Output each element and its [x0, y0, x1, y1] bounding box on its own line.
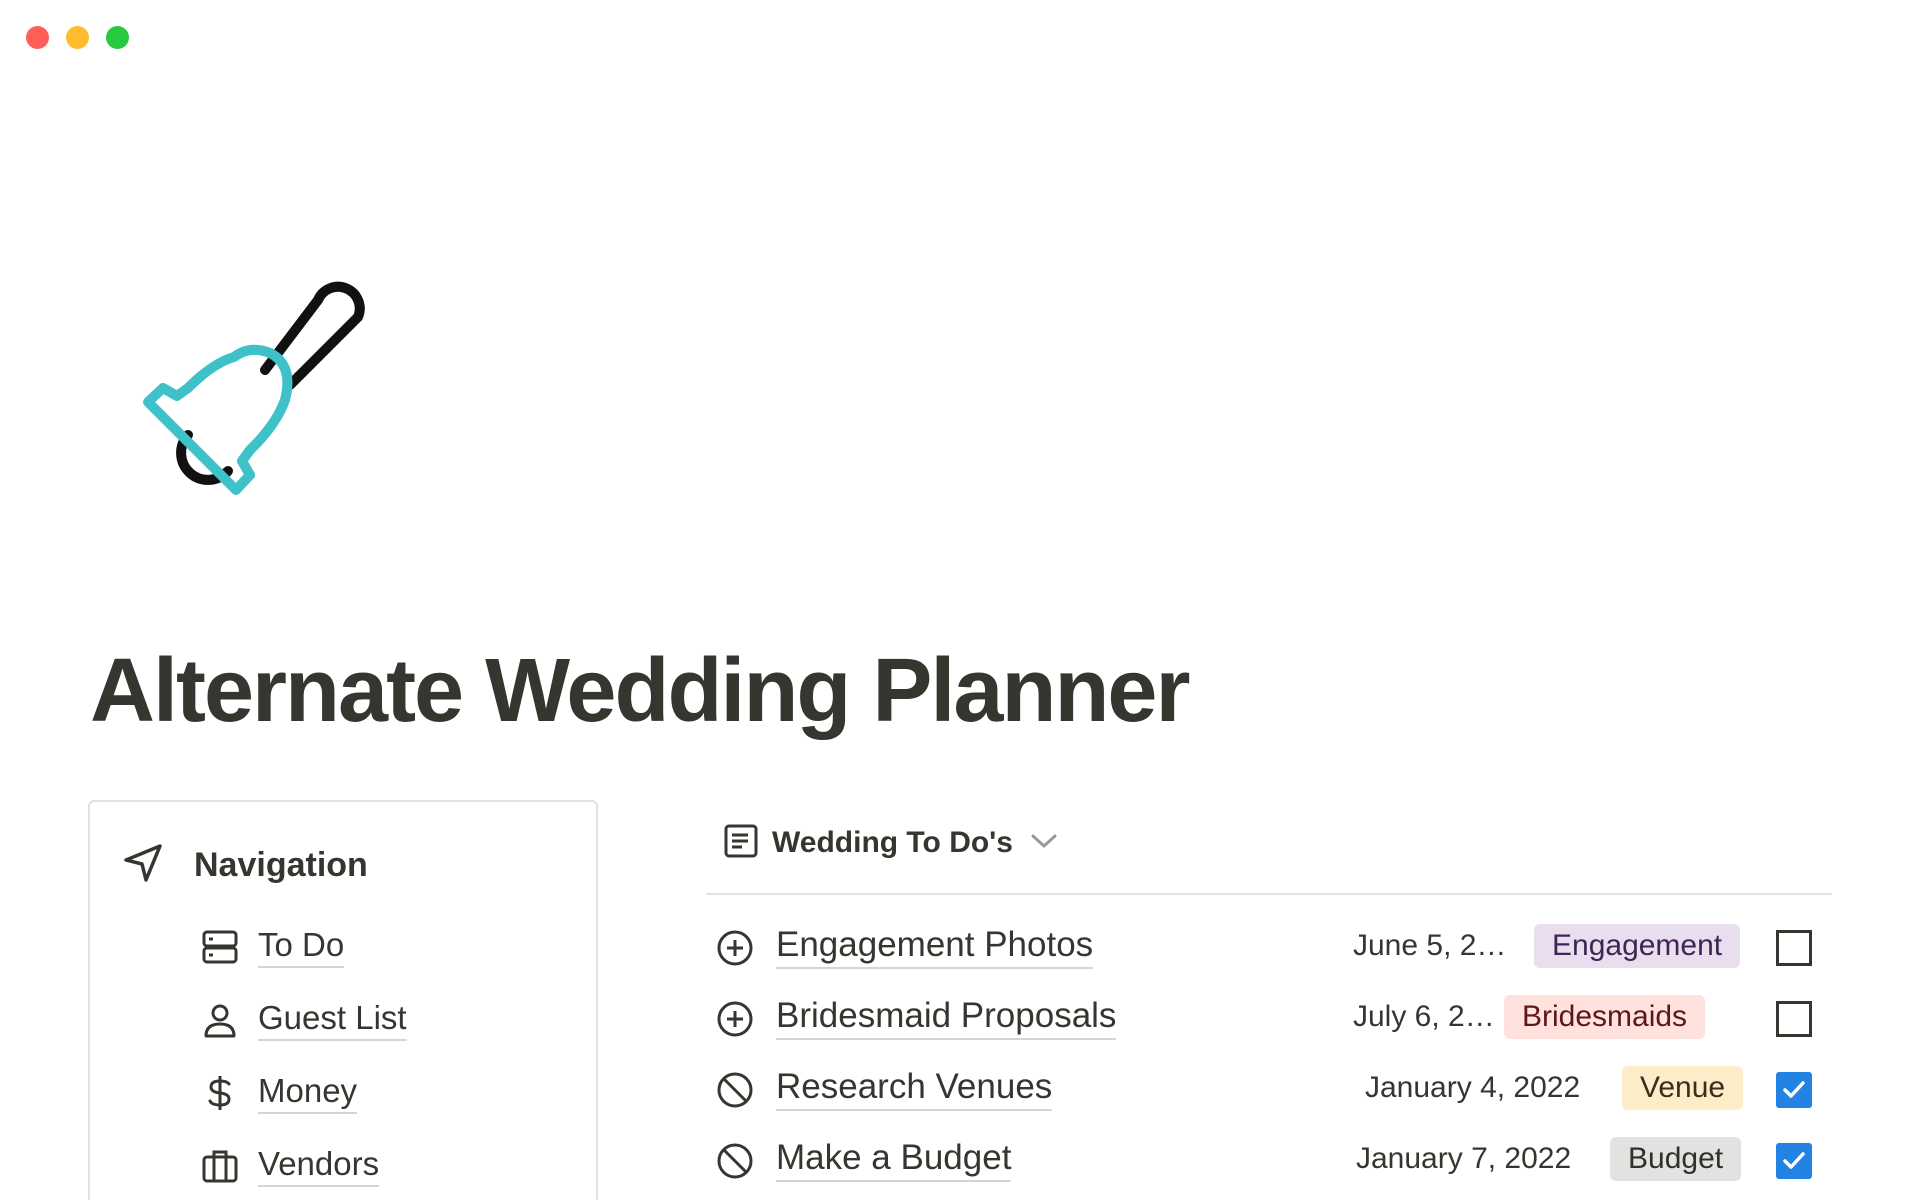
row-date: July 6, 2… — [1353, 1000, 1495, 1033]
table-row[interactable]: Make a Budget January 7, 2022 Budget — [706, 1126, 1832, 1197]
window-controls — [26, 26, 129, 49]
chevron-down-icon[interactable] — [1029, 831, 1059, 856]
row-tag[interactable]: Engagement — [1534, 924, 1741, 968]
row-title[interactable]: Engagement Photos — [776, 923, 1094, 969]
person-icon — [200, 1000, 240, 1040]
bell-icon[interactable] — [130, 265, 390, 505]
nav-item-money[interactable]: Money — [200, 1056, 407, 1129]
navigation-list: To Do Guest List Money Vendors — [200, 910, 407, 1200]
close-window-button[interactable] — [26, 26, 49, 49]
dollar-icon — [200, 1073, 240, 1113]
database-view-header[interactable]: Wedding To Do's — [706, 815, 1832, 871]
row-title[interactable]: Make a Budget — [776, 1136, 1012, 1182]
no-entry-icon — [716, 1142, 754, 1180]
maximize-window-button[interactable] — [106, 26, 129, 49]
row-title[interactable]: Research Venues — [776, 1065, 1053, 1111]
nav-item-guest-list[interactable]: Guest List — [200, 983, 407, 1056]
row-tag[interactable]: Venue — [1622, 1066, 1744, 1110]
checkmark-icon — [1783, 1081, 1805, 1098]
wedding-todo-database: Wedding To Do's Engagement Photos June 5… — [706, 815, 1832, 1197]
nav-link-vendors[interactable]: Vendors — [258, 1144, 380, 1187]
row-date: January 7, 2022 — [1356, 1142, 1572, 1175]
row-title[interactable]: Bridesmaid Proposals — [776, 994, 1117, 1040]
database-icon — [200, 927, 240, 967]
send-arrow-icon — [122, 842, 164, 889]
list-view-icon — [724, 824, 758, 863]
row-date: June 5, 2… — [1353, 929, 1507, 962]
table-row[interactable]: Engagement Photos June 5, 2… Engagement — [706, 913, 1832, 984]
table-row[interactable]: Bridesmaid Proposals July 6, 2… Bridesma… — [706, 984, 1832, 1055]
notion-window: Alternate Wedding Planner Navigation To … — [0, 0, 1920, 1200]
nav-item-to-do[interactable]: To Do — [200, 910, 407, 983]
nav-link-to-do[interactable]: To Do — [258, 925, 345, 968]
row-checkbox[interactable] — [1776, 1001, 1812, 1037]
navigation-header: Navigation — [122, 842, 368, 889]
database-view-name[interactable]: Wedding To Do's — [772, 826, 1013, 860]
plus-circle-icon — [716, 1000, 754, 1038]
nav-link-money[interactable]: Money — [258, 1071, 358, 1114]
plus-circle-icon — [716, 929, 754, 967]
minimize-window-button[interactable] — [66, 26, 89, 49]
database-divider — [706, 893, 1832, 895]
no-entry-icon — [716, 1071, 754, 1109]
row-tag[interactable]: Bridesmaids — [1504, 995, 1706, 1039]
page-title[interactable]: Alternate Wedding Planner — [90, 640, 1191, 743]
navigation-callout: Navigation To Do Guest List Money Vendor… — [88, 800, 598, 1200]
nav-item-vendors[interactable]: Vendors — [200, 1129, 407, 1200]
briefcase-icon — [200, 1146, 240, 1186]
row-checkbox[interactable] — [1776, 1072, 1812, 1108]
navigation-label: Navigation — [194, 846, 368, 884]
database-rows: Engagement Photos June 5, 2… Engagement … — [706, 913, 1832, 1197]
checkmark-icon — [1783, 1152, 1805, 1169]
row-tag[interactable]: Budget — [1610, 1137, 1742, 1181]
table-row[interactable]: Research Venues January 4, 2022 Venue — [706, 1055, 1832, 1126]
row-checkbox[interactable] — [1776, 1143, 1812, 1179]
row-checkbox[interactable] — [1776, 930, 1812, 966]
row-date: January 4, 2022 — [1365, 1071, 1581, 1104]
nav-link-guest-list[interactable]: Guest List — [258, 998, 407, 1041]
